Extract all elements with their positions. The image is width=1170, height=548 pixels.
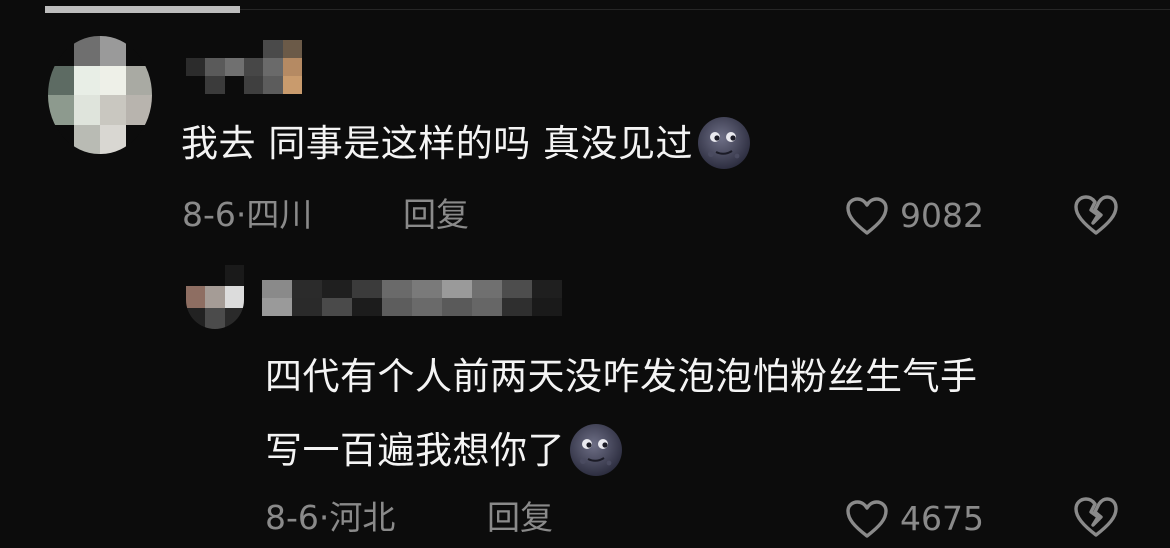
- new-moon-face-emoji-icon: [698, 116, 751, 169]
- new-moon-face-emoji-icon: [570, 423, 622, 476]
- avatar[interactable]: [186, 265, 244, 329]
- broken-heart-dislike-icon[interactable]: [1072, 495, 1120, 539]
- comment-text: 我去 同事是这样的吗 真没见过: [181, 113, 751, 175]
- heart-outline-icon: [846, 500, 888, 538]
- username-blurred[interactable]: [262, 280, 562, 316]
- reply-button[interactable]: 回复: [403, 195, 469, 235]
- comment-text-line-2: 写一百遍我想你了: [265, 420, 623, 482]
- comment-date-location: 8-6·河北: [265, 498, 396, 537]
- username-blurred[interactable]: [186, 40, 302, 94]
- reply-button[interactable]: 回复: [487, 498, 553, 538]
- avatar[interactable]: [48, 36, 152, 154]
- top-divider-tab: [45, 6, 240, 13]
- heart-outline-icon: [846, 197, 888, 235]
- top-divider: [240, 9, 1170, 10]
- comment-date-location: 8-6·四川: [182, 195, 313, 234]
- like-count: 4675: [900, 499, 984, 538]
- comment-text-line-1: 四代有个人前两天没咋发泡泡怕粉丝生气手: [265, 355, 978, 398]
- like-button[interactable]: 4675: [844, 498, 984, 540]
- like-count: 9082: [900, 196, 984, 235]
- like-button[interactable]: 9082: [844, 195, 984, 237]
- broken-heart-dislike-icon[interactable]: [1072, 193, 1120, 237]
